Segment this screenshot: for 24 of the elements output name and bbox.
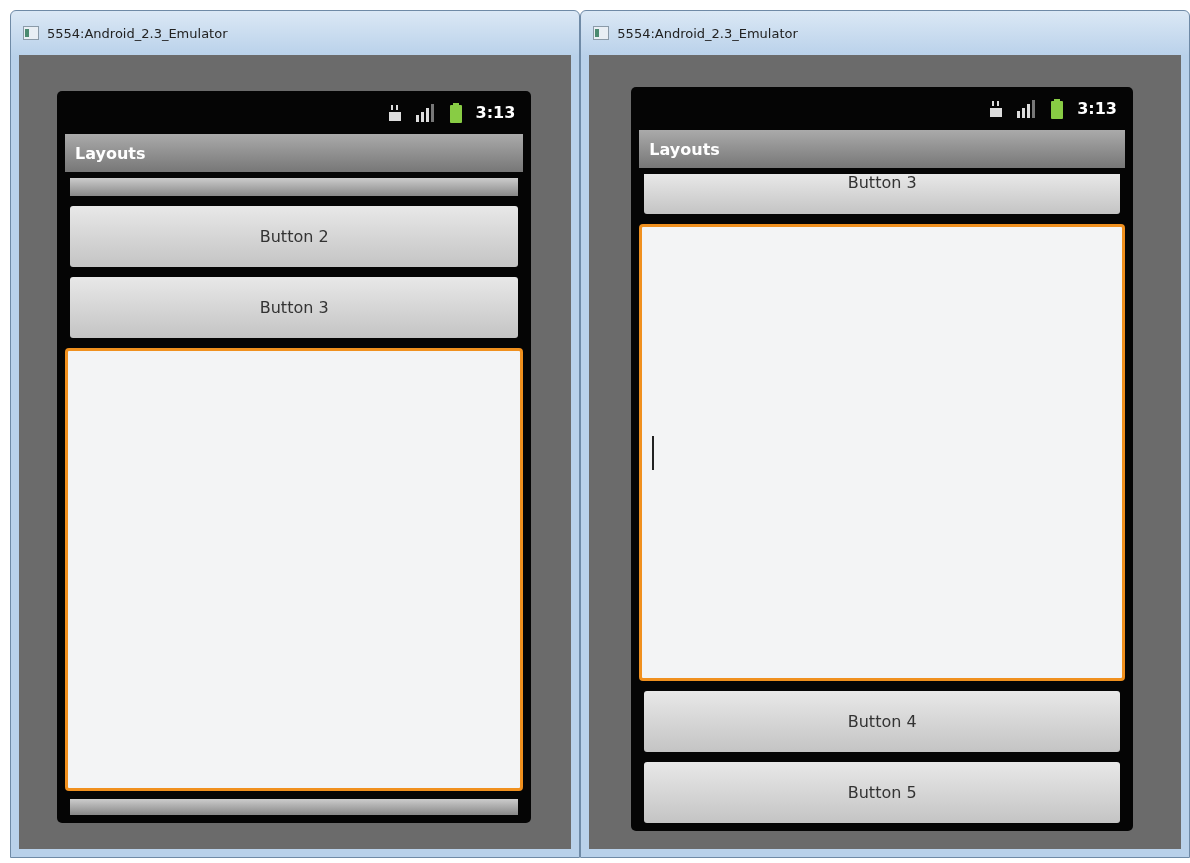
button[interactable]: Button 5 xyxy=(644,762,1120,823)
button[interactable]: Button 4 xyxy=(644,691,1120,752)
button[interactable]: Button 3 xyxy=(644,174,1120,214)
network-icon xyxy=(989,99,1004,118)
button[interactable]: Button 3 xyxy=(70,277,519,338)
button[interactable]: Button 2 xyxy=(70,206,519,267)
battery-icon xyxy=(1051,98,1064,119)
battery-icon xyxy=(449,102,462,123)
button-edge[interactable] xyxy=(70,178,519,196)
signal-icon xyxy=(415,103,436,122)
text-field[interactable] xyxy=(65,348,524,791)
button-edge[interactable] xyxy=(70,799,519,815)
text-field[interactable] xyxy=(639,224,1125,681)
status-time: 3:13 xyxy=(1077,99,1117,118)
text-cursor xyxy=(652,435,655,470)
app-title: Layouts xyxy=(649,139,720,159)
window-title: 5554:Android_2.3_Emulator xyxy=(617,25,798,41)
window-icon xyxy=(593,26,610,40)
window-icon xyxy=(23,26,39,40)
network-icon xyxy=(387,103,402,122)
app-title: Layouts xyxy=(75,143,146,163)
signal-icon xyxy=(1017,99,1038,118)
window-title: 5554:Android_2.3_Emulator xyxy=(47,25,228,41)
status-time: 3:13 xyxy=(475,103,516,122)
